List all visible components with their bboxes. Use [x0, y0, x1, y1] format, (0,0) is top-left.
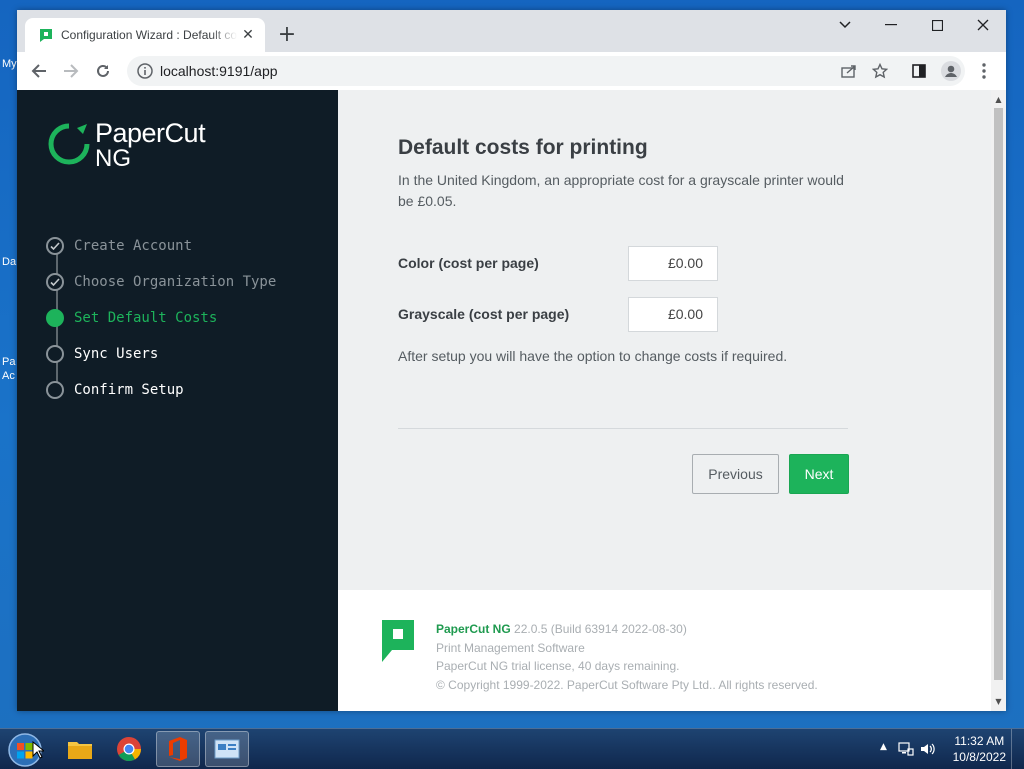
reload-icon[interactable] — [91, 59, 115, 83]
next-button[interactable]: Next — [789, 454, 849, 494]
scroll-down-icon[interactable]: ▼ — [991, 694, 1006, 709]
chrome-icon[interactable] — [107, 731, 151, 767]
step-label: Create Account — [74, 238, 193, 254]
new-tab-icon[interactable]: + — [275, 22, 299, 47]
profile-avatar-icon[interactable] — [939, 59, 963, 83]
previous-button[interactable]: Previous — [692, 454, 779, 494]
tab-title: Configuration Wizard : Default costs — [61, 28, 237, 42]
step-label: Sync Users — [74, 346, 159, 362]
step-label: Choose Organization Type — [74, 274, 277, 290]
desktop-icon-label: Pa — [2, 356, 16, 368]
system-tray: ▲ 11:32 AM 10/8/2022 — [874, 729, 1024, 769]
step-label: Set Default Costs — [74, 310, 218, 326]
taskbar: ▲ 11:32 AM 10/8/2022 — [0, 728, 1024, 769]
step-sync-users: Sync Users — [46, 336, 276, 372]
address-bar[interactable]: localhost:9191/app — [127, 56, 965, 86]
clock-time: 11:32 AM — [954, 734, 1005, 748]
wizard-steps: Create Account Choose Organization Type … — [46, 228, 276, 408]
side-panel-icon[interactable] — [907, 59, 931, 83]
tab-search-icon[interactable] — [822, 10, 868, 40]
clock-date: 10/8/2022 — [952, 750, 1006, 764]
close-tab-icon[interactable]: ✕ — [239, 26, 257, 44]
papercut-favicon-icon — [40, 29, 52, 42]
active-step-dot-icon — [46, 309, 64, 327]
minimize-icon[interactable] — [868, 10, 914, 40]
desktop-icon-label: Da — [2, 256, 17, 268]
browser-toolbar: localhost:9191/app — [17, 52, 1006, 91]
page-footer: PaperCut NG 22.0.5 (Build 63914 2022-08-… — [338, 590, 991, 711]
step-confirm-setup: Confirm Setup — [46, 372, 276, 408]
back-arrow-icon[interactable] — [27, 59, 51, 83]
page-title: Default costs for printing — [398, 136, 648, 159]
wizard-content: Default costs for printing In the United… — [338, 90, 991, 590]
footer-product-name: PaperCut NG — [436, 622, 511, 636]
divider — [398, 428, 848, 429]
browser-window: Configuration Wizard : Default costs ✕ + — [17, 10, 1006, 711]
tray-expand-icon[interactable]: ▲ — [880, 742, 887, 752]
footer-line: Print Management Software — [436, 640, 585, 655]
office-icon[interactable] — [156, 731, 200, 767]
grayscale-cost-input[interactable]: £0.00 — [628, 297, 718, 332]
step-label: Confirm Setup — [74, 382, 184, 398]
papercut-logo-icon — [48, 123, 90, 165]
desktop-icon-label: My — [2, 58, 17, 70]
url-text: localhost:9191/app — [160, 63, 278, 79]
volume-icon[interactable] — [920, 741, 936, 757]
vertical-scrollbar[interactable]: ▲ ▼ — [991, 90, 1006, 711]
scroll-thumb[interactable] — [994, 108, 1003, 680]
footer-copyright: © Copyright 1999-2022. PaperCut Software… — [436, 677, 818, 692]
browser-tab[interactable]: Configuration Wizard : Default costs ✕ — [25, 18, 265, 52]
step-set-default-costs: Set Default Costs — [46, 300, 276, 336]
wizard-sidebar: PaperCut NG Create Account Choose Organi… — [17, 90, 338, 711]
control-panel-icon[interactable] — [205, 731, 249, 767]
footer-license: PaperCut NG trial license, 40 days remai… — [436, 659, 680, 673]
pending-step-circle-icon — [46, 381, 64, 399]
check-icon — [46, 273, 64, 291]
footer-text: PaperCut NG 22.0.5 (Build 63914 2022-08-… — [436, 620, 818, 694]
step-choose-organization-type: Choose Organization Type — [46, 264, 276, 300]
pending-step-circle-icon — [46, 345, 64, 363]
color-cost-input[interactable]: £0.00 — [628, 246, 718, 281]
maximize-icon[interactable] — [914, 10, 960, 40]
scroll-up-icon[interactable]: ▲ — [991, 92, 1006, 107]
grayscale-cost-label: Grayscale (cost per page) — [398, 306, 570, 322]
papercut-logo: PaperCut NG — [47, 118, 227, 172]
site-info-icon[interactable] — [135, 61, 155, 81]
step-create-account: Create Account — [46, 228, 276, 264]
network-icon[interactable] — [898, 741, 914, 757]
settings-note: After setup you will have the option to … — [398, 348, 788, 364]
close-window-icon[interactable] — [960, 10, 1006, 40]
page-viewport: PaperCut NG Create Account Choose Organi… — [17, 90, 1006, 711]
logo-subtext: NG — [95, 145, 131, 172]
color-cost-label: Color (cost per page) — [398, 255, 539, 271]
mouse-cursor-icon — [32, 741, 44, 759]
forward-arrow-icon[interactable] — [59, 59, 83, 83]
check-icon — [46, 237, 64, 255]
show-desktop-button[interactable] — [1011, 729, 1024, 769]
clock[interactable]: 11:32 AM 10/8/2022 — [953, 733, 1006, 765]
desktop-icon-label: Ac — [2, 370, 15, 382]
papercut-footer-logo-icon — [382, 620, 414, 662]
menu-dots-icon[interactable] — [972, 59, 996, 83]
page-description: In the United Kingdom, an appropriate co… — [398, 172, 844, 209]
share-icon[interactable] — [837, 59, 861, 83]
tab-bar: Configuration Wizard : Default costs ✕ + — [17, 10, 1006, 52]
file-explorer-icon[interactable] — [58, 731, 102, 767]
bookmark-star-icon[interactable] — [868, 59, 892, 83]
footer-version: 22.0.5 (Build 63914 2022-08-30) — [514, 622, 687, 636]
